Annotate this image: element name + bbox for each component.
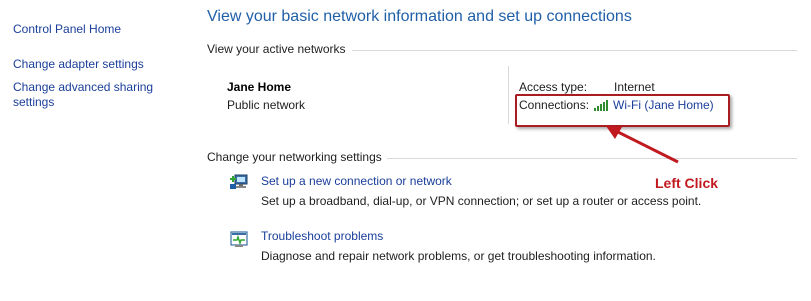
page-title: View your basic network information and …: [207, 8, 632, 25]
new-connection-icon: [230, 174, 248, 189]
access-type-label: Access type:: [519, 80, 588, 94]
setup-new-connection-link[interactable]: Set up a new connection or network: [261, 174, 452, 188]
section-divider: [352, 50, 797, 51]
network-category: Public network: [227, 98, 306, 112]
access-type-value: Internet: [614, 80, 655, 94]
setup-new-connection-description: Set up a broadband, dial-up, or VPN conn…: [261, 194, 702, 208]
annotation-arrow-icon: [606, 126, 679, 164]
troubleshoot-problems-link[interactable]: Troubleshoot problems: [261, 229, 383, 243]
vertical-divider: [508, 66, 509, 124]
troubleshoot-problems-description: Diagnose and repair network problems, or…: [261, 249, 656, 263]
active-networks-header: View your active networks: [207, 42, 346, 56]
annotation-label: Left Click: [655, 175, 719, 191]
network-name: Jane Home: [227, 80, 292, 94]
section-divider: [387, 158, 797, 159]
networking-settings-header: Change your networking settings: [207, 150, 382, 164]
troubleshoot-icon: [230, 231, 248, 247]
